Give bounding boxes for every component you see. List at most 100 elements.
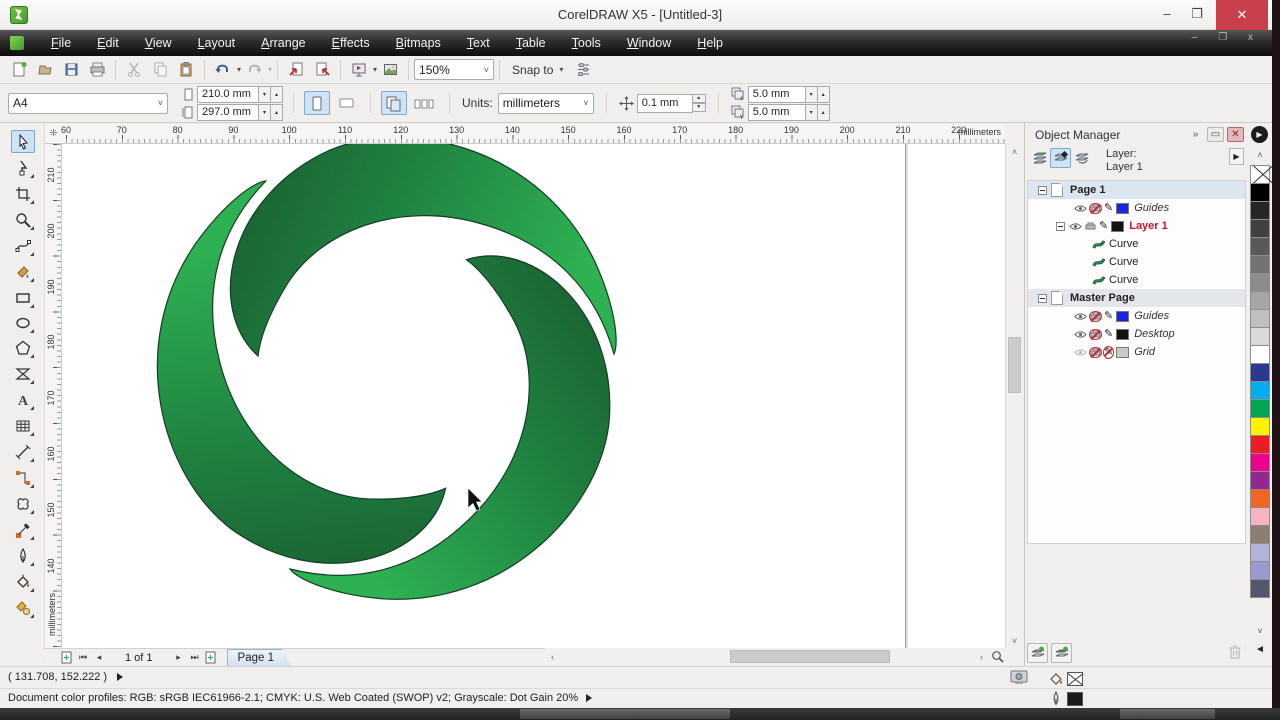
maximize-button[interactable]: ❐ xyxy=(1182,2,1212,28)
portrait-button[interactable] xyxy=(304,91,330,115)
zoom-tool[interactable] xyxy=(11,208,35,231)
parallel-dimension-tool[interactable] xyxy=(11,440,35,463)
palette-swatch-#f7b3c0[interactable] xyxy=(1250,507,1270,526)
redo-dropdown[interactable]: ▾ xyxy=(268,65,272,74)
page-width-spinner[interactable]: ▾▴ xyxy=(259,86,283,103)
collapse-icon[interactable] xyxy=(1038,186,1047,195)
scroll-right-button[interactable]: › xyxy=(974,648,989,665)
welcome-screen-button[interactable] xyxy=(377,58,403,82)
palette-swatch-#8c7d70[interactable] xyxy=(1250,525,1270,544)
palette-swatch-#2b3990[interactable] xyxy=(1250,363,1270,382)
editable-pencil-icon[interactable]: ✎ xyxy=(1099,221,1108,232)
delete-layer-button[interactable] xyxy=(1228,644,1242,662)
duplicate-y-spinner[interactable]: ▾▴ xyxy=(806,104,830,121)
freehand-tool[interactable] xyxy=(11,234,35,257)
palette-swatch-#8c8c8c[interactable] xyxy=(1250,273,1270,292)
palette-flyout-button[interactable]: ▶ xyxy=(1251,126,1268,143)
palette-swatch-#bfbfbf[interactable] xyxy=(1250,309,1270,328)
visibility-eye-icon[interactable] xyxy=(1074,330,1087,339)
printable-icon[interactable] xyxy=(1085,222,1096,231)
non-printable-icon[interactable] xyxy=(1090,330,1101,339)
layer-color-swatch[interactable] xyxy=(1111,221,1124,232)
redo-button[interactable] xyxy=(241,58,267,82)
non-printable-icon[interactable] xyxy=(1090,312,1101,321)
paste-button[interactable] xyxy=(173,58,199,82)
nudge-spinner[interactable]: ▲▼ xyxy=(693,94,706,112)
page-height-field[interactable]: 297.0 mm xyxy=(197,104,259,121)
drawing-canvas[interactable] xyxy=(62,144,1005,648)
polygon-tool[interactable] xyxy=(11,336,35,359)
palette-expand-left[interactable]: ◄ xyxy=(1250,644,1270,658)
import-button[interactable] xyxy=(283,58,309,82)
undo-button[interactable] xyxy=(210,58,236,82)
copy-button[interactable] xyxy=(147,58,173,82)
non-printable-icon[interactable] xyxy=(1090,204,1101,213)
crop-tool[interactable] xyxy=(11,182,35,205)
new-document-button[interactable] xyxy=(6,58,32,82)
tree-row-curve[interactable]: Curve xyxy=(1028,271,1245,289)
menu-file[interactable]: File xyxy=(38,30,84,56)
last-page-button[interactable]: ⏭ xyxy=(187,650,203,666)
outline-color-swatch[interactable] xyxy=(1067,692,1083,706)
page-preset-combo[interactable]: A4 ˅ xyxy=(8,93,168,114)
menu-text[interactable]: Text xyxy=(454,30,503,56)
visibility-eye-dim-icon[interactable] xyxy=(1074,348,1087,357)
visibility-eye-icon[interactable] xyxy=(1069,222,1082,231)
ellipse-tool[interactable] xyxy=(11,311,35,334)
horizontal-scrollbar[interactable]: ‹ › xyxy=(545,648,1005,665)
layer-color-swatch[interactable] xyxy=(1116,203,1129,214)
duplicate-y-field[interactable]: 5.0 mm xyxy=(748,104,806,121)
palette-swatch-#a6a6a6[interactable] xyxy=(1250,291,1270,310)
menu-table[interactable]: Table xyxy=(503,30,559,56)
cut-button[interactable] xyxy=(121,58,147,82)
smart-fill-tool[interactable] xyxy=(11,260,35,283)
palette-swatch-#92278f[interactable] xyxy=(1250,471,1270,490)
tree-row-page1[interactable]: Page 1 xyxy=(1028,181,1245,199)
open-button[interactable] xyxy=(32,58,58,82)
docker-expand-icon[interactable]: » xyxy=(1187,127,1204,142)
mdi-window-controls[interactable]: – ❐ x xyxy=(1192,32,1262,43)
application-launcher-button[interactable] xyxy=(346,58,372,82)
tree-row-grid[interactable]: ✎ Grid xyxy=(1028,343,1245,361)
ruler-origin-icon[interactable]: ⁜ xyxy=(45,124,62,144)
palette-swatch-#f26522[interactable] xyxy=(1250,489,1270,508)
tree-row-master-page[interactable]: Master Page xyxy=(1028,289,1245,307)
page-height-spinner[interactable]: ▾▴ xyxy=(259,104,283,121)
collapse-icon[interactable] xyxy=(1056,222,1065,231)
layer-manager-view-button[interactable] xyxy=(1071,148,1092,168)
basic-shapes-tool[interactable] xyxy=(11,362,35,385)
horizontal-scroll-thumb[interactable] xyxy=(730,650,890,663)
tree-row-guides[interactable]: ✎ Guides xyxy=(1028,199,1245,217)
palette-swatch-#737373[interactable] xyxy=(1250,255,1270,274)
shape-tool[interactable] xyxy=(11,156,35,179)
vertical-scrollbar[interactable]: ˄ ˅ xyxy=(1005,144,1022,648)
tree-row-curve[interactable]: Curve xyxy=(1028,235,1245,253)
docker-flyout-button[interactable]: ▶ xyxy=(1229,148,1244,165)
export-button[interactable] xyxy=(309,58,335,82)
palette-swatch-#d9d9d9[interactable] xyxy=(1250,327,1270,346)
duplicate-x-field[interactable]: 5.0 mm xyxy=(748,86,806,103)
next-page-button[interactable]: ▸ xyxy=(171,650,187,666)
menu-help[interactable]: Help xyxy=(684,30,736,56)
zoom-level-combo[interactable]: 150% ˅ xyxy=(414,59,494,80)
layer-color-swatch[interactable] xyxy=(1116,329,1129,340)
menu-edit[interactable]: Edit xyxy=(84,30,132,56)
current-page-button[interactable] xyxy=(411,91,437,115)
status-expand-icon[interactable] xyxy=(117,673,123,681)
outline-pen-tool[interactable] xyxy=(11,544,35,567)
save-button[interactable] xyxy=(58,58,84,82)
previous-page-button[interactable]: ◂ xyxy=(91,650,107,666)
palette-swatch-#595959[interactable] xyxy=(1250,237,1270,256)
page-width-field[interactable]: 210.0 mm xyxy=(197,86,259,103)
scroll-up-button[interactable]: ˄ xyxy=(1006,144,1023,159)
interactive-fill-tool[interactable] xyxy=(11,596,35,619)
tree-row-curve[interactable]: Curve xyxy=(1028,253,1245,271)
editable-pencil-icon[interactable]: ✎ xyxy=(1104,203,1113,214)
scroll-left-button[interactable]: ‹ xyxy=(545,648,560,665)
layer-color-swatch[interactable] xyxy=(1116,311,1129,322)
palette-scroll-up[interactable]: ˄ xyxy=(1250,150,1270,162)
menu-effects[interactable]: Effects xyxy=(319,30,383,56)
rectangle-tool[interactable] xyxy=(11,286,35,309)
palette-swatch-#00aeef[interactable] xyxy=(1250,381,1270,400)
collapse-icon[interactable] xyxy=(1038,294,1047,303)
